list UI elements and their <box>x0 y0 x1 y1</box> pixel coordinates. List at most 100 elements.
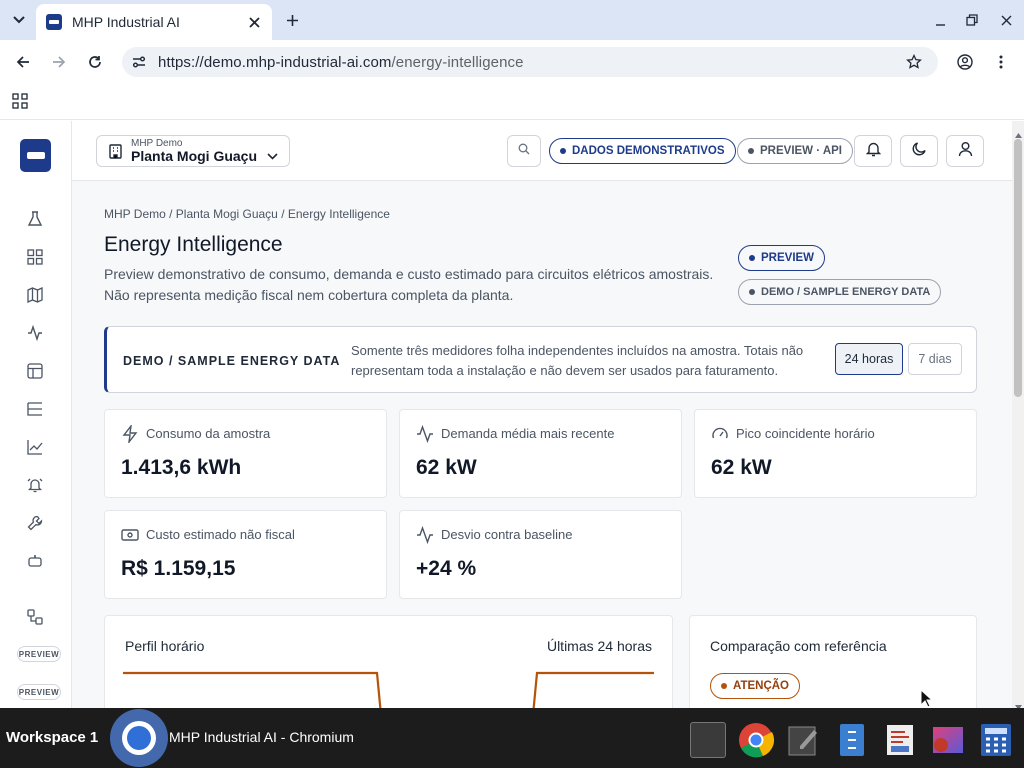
mhp-logo[interactable] <box>20 139 51 172</box>
list-tree-icon[interactable] <box>26 400 44 418</box>
kpi-card: Custo estimado não fiscal R$ 1.159,15 <box>104 510 387 599</box>
back-arrow-icon[interactable] <box>12 52 34 72</box>
browser-toolbar: https://demo.mhp-industrial-ai.com/energ… <box>0 40 1024 84</box>
notifications-button[interactable] <box>854 135 892 167</box>
status-dot <box>721 683 727 689</box>
bell-icon <box>865 141 881 162</box>
scrollbar-thumb[interactable] <box>1014 139 1022 397</box>
chart-icon[interactable] <box>26 438 44 456</box>
sample-data-pill: DEMO / SAMPLE ENERGY DATA <box>738 279 942 305</box>
integration-icon[interactable] <box>26 608 44 626</box>
forward-arrow-icon[interactable] <box>48 52 70 72</box>
range-24h-button[interactable]: 24 horas <box>835 343 903 375</box>
apps-grid-icon[interactable] <box>12 93 28 114</box>
demo-data-badge[interactable]: DADOS DEMONSTRATIVOS <box>549 138 736 164</box>
page-description: Preview demonstrativo de consumo, demand… <box>104 266 714 282</box>
panel-title: Perfil horário <box>125 638 205 654</box>
url-text: https://demo.mhp-industrial-ai.com/energ… <box>158 54 524 71</box>
status-dot <box>749 255 755 261</box>
preview-api-badge[interactable]: PREVIEW · API <box>737 138 853 164</box>
browser-tab-bar: MHP Industrial AI <box>0 0 1024 40</box>
wrench-icon[interactable] <box>26 514 44 532</box>
kpi-label: Pico coincidente horário <box>736 426 875 441</box>
window-close-icon[interactable] <box>996 10 1016 30</box>
range-7d-button[interactable]: 7 dias <box>908 343 962 375</box>
hourly-profile-panel: Perfil horário Últimas 24 horas <box>104 615 673 708</box>
browser-tab[interactable]: MHP Industrial AI <box>36 4 272 40</box>
theme-toggle-button[interactable] <box>900 135 938 167</box>
kpi-label: Desvio contra baseline <box>441 527 573 542</box>
layout-icon[interactable] <box>26 362 44 380</box>
page-title: Energy Intelligence <box>104 233 283 256</box>
text-editor-icon[interactable] <box>786 722 822 758</box>
kpi-value: +24 % <box>416 557 477 580</box>
profile-line <box>123 671 654 708</box>
kpi-value: R$ 1.159,15 <box>121 557 236 580</box>
bookmark-star-icon[interactable] <box>906 53 922 75</box>
user-icon <box>958 141 973 162</box>
activity-icon[interactable] <box>26 324 44 342</box>
status-dot <box>560 148 566 154</box>
kpi-card: Pico coincidente horário 62 kW <box>694 409 977 498</box>
restore-icon[interactable] <box>962 10 982 30</box>
comparison-panel: Comparação com referência ATENÇÃO <box>689 615 977 708</box>
kpi-label: Demanda média mais recente <box>441 426 615 441</box>
hourly-profile-chart <box>123 671 654 708</box>
user-button[interactable] <box>946 135 984 167</box>
calculator-icon[interactable] <box>978 722 1014 758</box>
taskbar-app-title[interactable]: MHP Industrial AI - Chromium <box>169 729 354 745</box>
flask-icon[interactable] <box>26 210 44 228</box>
alarm-bell-icon[interactable] <box>26 476 44 494</box>
chrome-icon[interactable] <box>738 722 775 758</box>
image-editor-icon[interactable] <box>930 722 966 758</box>
grid-icon[interactable] <box>26 248 44 266</box>
kpi-card: Consumo da amostra 1.413,6 kWh <box>104 409 387 498</box>
building-icon <box>108 144 123 164</box>
status-dot <box>749 289 755 295</box>
status-dot <box>748 148 754 154</box>
panel-range: Últimas 24 horas <box>546 638 652 654</box>
moon-icon <box>912 141 927 161</box>
profile-icon[interactable] <box>954 52 976 72</box>
preview-pill-label: PREVIEW <box>761 252 815 264</box>
new-tab-plus-icon[interactable] <box>282 10 302 30</box>
activity-icon <box>416 424 434 444</box>
app-header: MHP Demo Planta Mogi Guaçu DADOS DEMONST… <box>72 121 1012 181</box>
address-bar[interactable]: https://demo.mhp-industrial-ai.com/energ… <box>122 47 938 77</box>
sample-data-banner: DEMO / SAMPLE ENERGY DATA Somente três m… <box>104 326 977 393</box>
bookmarks-bar <box>0 84 1024 120</box>
map-icon[interactable] <box>26 286 44 304</box>
kpi-label: Custo estimado não fiscal <box>146 527 295 542</box>
robot-icon[interactable] <box>26 552 44 570</box>
url-path: /energy-intelligence <box>391 53 524 71</box>
chromium-icon[interactable] <box>108 708 170 773</box>
kpi-label: Consumo da amostra <box>146 426 271 441</box>
document-viewer-icon[interactable] <box>882 722 918 758</box>
tab-list-chevron-icon[interactable] <box>8 10 30 30</box>
file-manager-icon[interactable] <box>834 722 870 758</box>
panel-title: Comparação com referência <box>710 638 887 654</box>
kpi-value: 1.413,6 kWh <box>121 456 242 479</box>
site-settings-icon[interactable] <box>132 55 146 74</box>
demo-data-label: DADOS DEMONSTRATIVOS <box>572 145 725 157</box>
banknote-icon <box>121 526 139 544</box>
minimize-icon[interactable] <box>930 10 950 30</box>
workspace-label[interactable]: Workspace 1 <box>6 729 98 746</box>
terminal-icon[interactable] <box>690 722 726 758</box>
plant-selector[interactable]: MHP Demo Planta Mogi Guaçu <box>96 135 290 167</box>
preview-api-label: PREVIEW · API <box>760 145 842 157</box>
sidebar-preview-badge: PREVIEW <box>17 646 61 662</box>
url-host: https://demo.mhp-industrial-ai.com <box>158 53 392 71</box>
browser-menu-icon[interactable] <box>992 52 1010 72</box>
kpi-card: Demanda média mais recente 62 kW <box>399 409 682 498</box>
page-scrollbar[interactable] <box>1012 121 1024 710</box>
app-sidebar: PREVIEW PREVIEW <box>0 121 72 708</box>
os-taskbar: Workspace 1 MHP Industrial AI - Chromium <box>0 708 1024 768</box>
gauge-icon <box>711 425 729 443</box>
tab-title: MHP Industrial AI <box>72 14 180 30</box>
reload-icon[interactable] <box>84 52 106 72</box>
tab-close-icon[interactable] <box>246 14 262 30</box>
zap-icon <box>121 423 139 445</box>
kpi-card: Desvio contra baseline +24 % <box>399 510 682 599</box>
search-button[interactable] <box>507 135 541 167</box>
